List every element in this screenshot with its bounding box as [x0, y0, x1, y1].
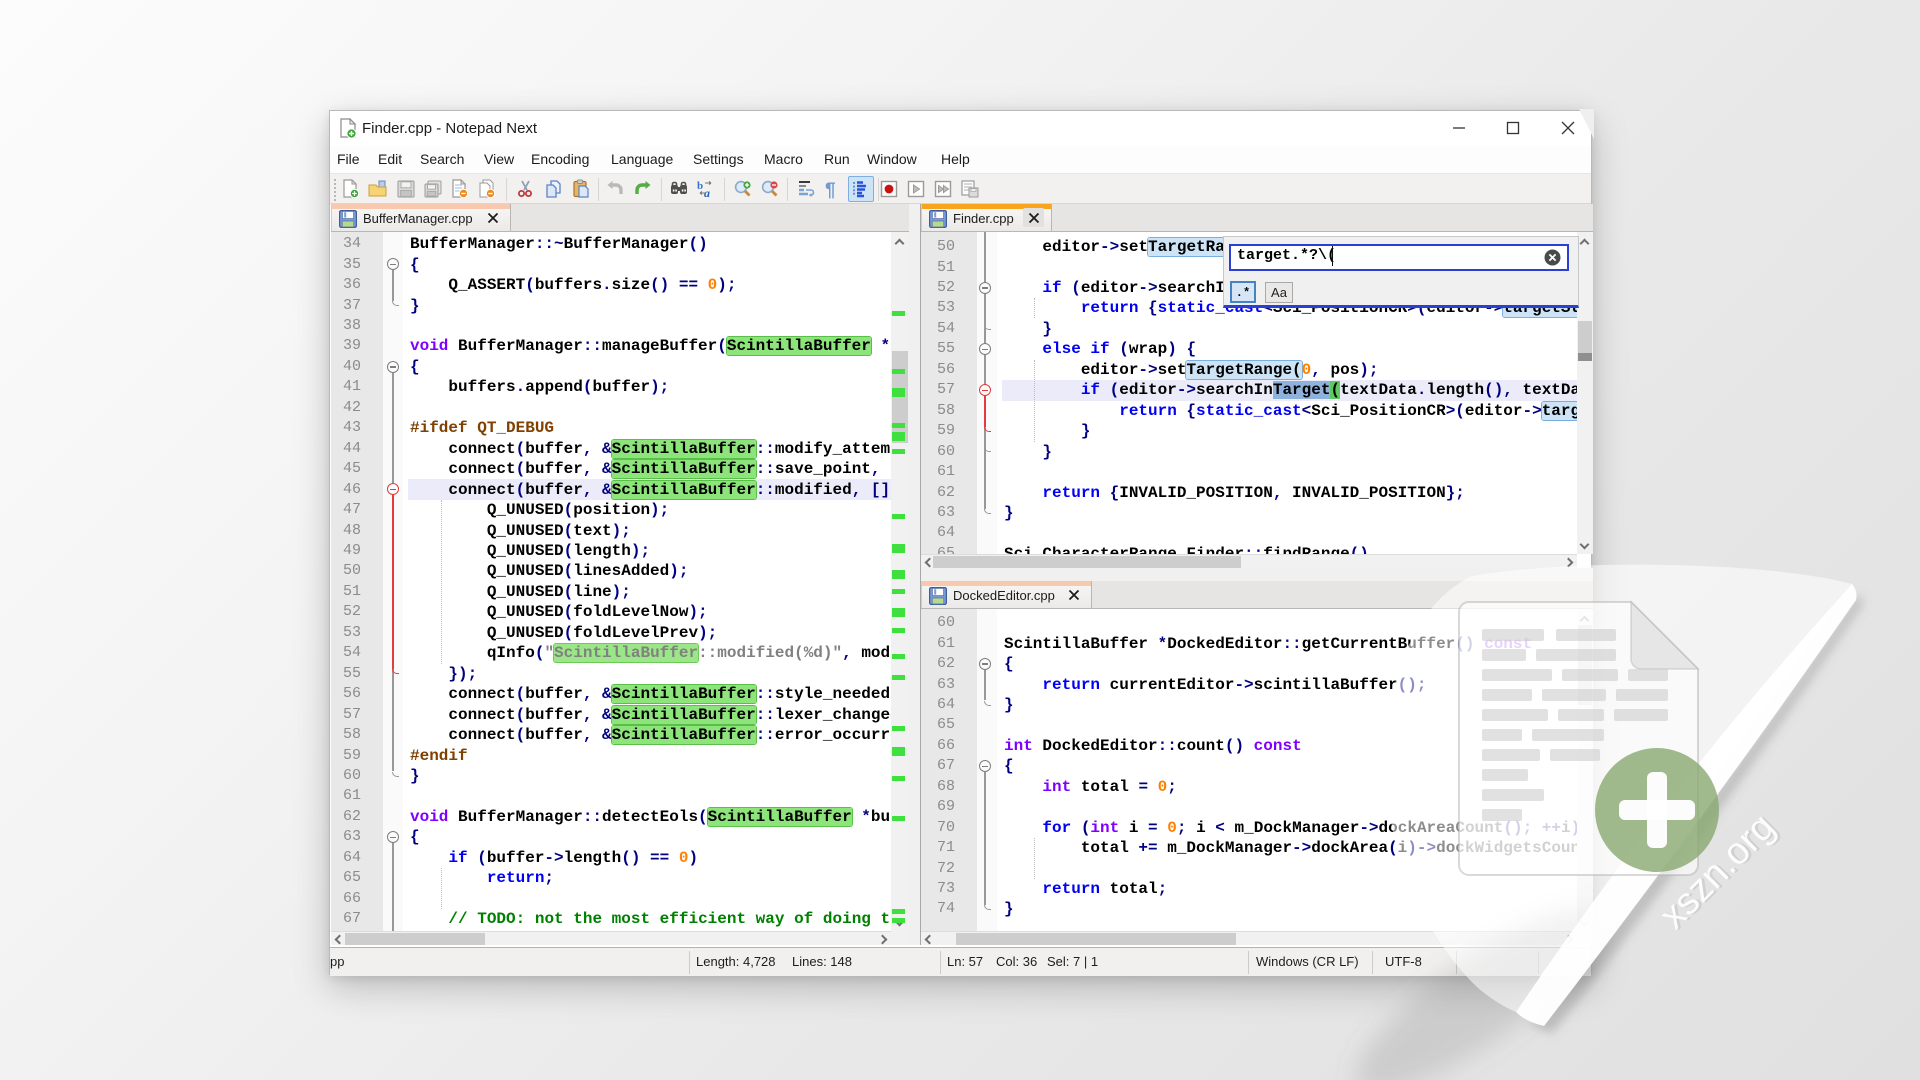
svg-text:xszn.org: xszn.org	[1655, 806, 1786, 937]
svg-text:b: b	[697, 180, 703, 192]
svg-text:¶: ¶	[825, 180, 836, 199]
svg-text:xszn.org: xszn.org	[1652, 806, 1783, 937]
